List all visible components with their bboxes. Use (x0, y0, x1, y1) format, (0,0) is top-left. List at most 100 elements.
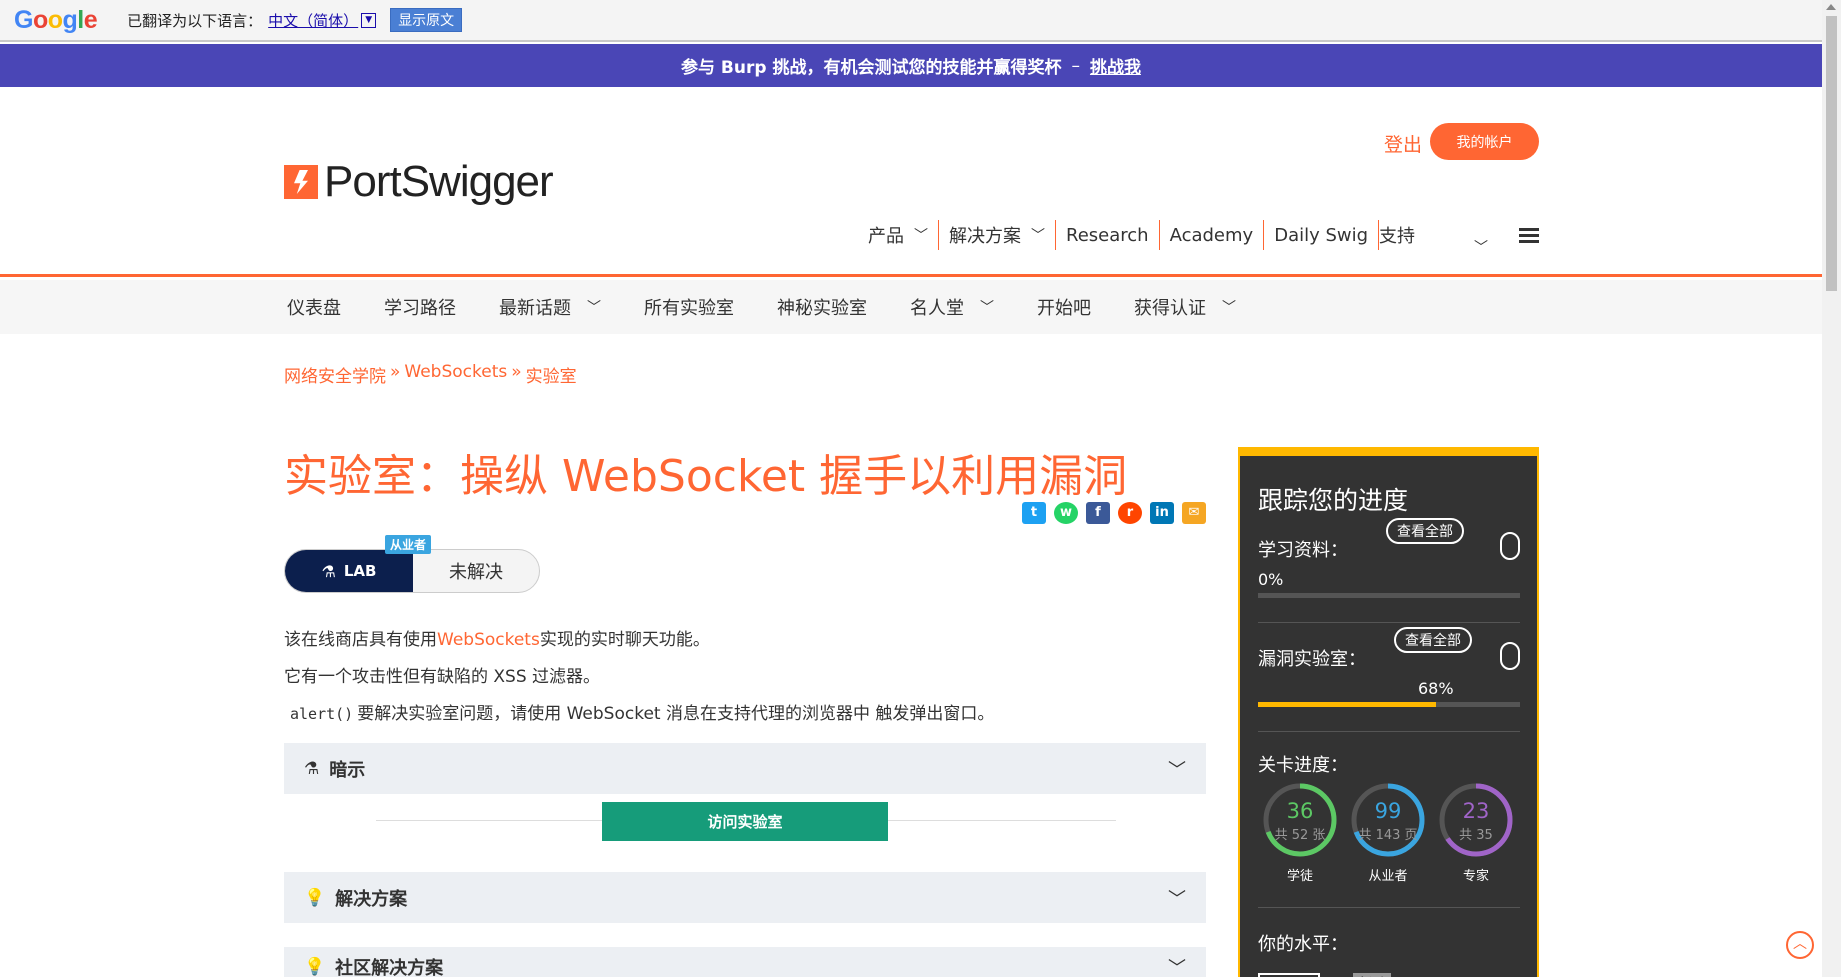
lightbulb-icon: 💡 (304, 887, 326, 908)
page-title: 实验室：操纵 WebSocket 握手以利用漏洞 (284, 451, 1128, 502)
subnav-item-all-labs[interactable]: 所有实验室 (644, 294, 734, 320)
subnav-item-get-started[interactable]: 开始吧 (1037, 294, 1091, 320)
level-badge-frame (1258, 973, 1320, 977)
chevron-down-icon: ﹀ (1031, 228, 1045, 244)
chevron-down-icon: ﹀ (1222, 300, 1236, 316)
ring-total: 共 35 (1459, 828, 1493, 843)
level-progress-label: 关卡进度： (1258, 755, 1348, 776)
ring-label: 从业者 (1368, 869, 1408, 884)
view-all-learning-button[interactable]: 查看全部 (1386, 518, 1464, 544)
difficulty-badge: 从业者 (385, 535, 432, 554)
labs-progress-fill (1258, 702, 1437, 707)
whatsapp-icon[interactable]: w (1054, 502, 1078, 524)
flask-icon: ⚗ (304, 758, 320, 779)
chevron-down-icon: ﹀ (914, 228, 928, 244)
nav-item-research[interactable]: Research (1056, 220, 1160, 250)
apprentice-ring: 36 共 52 张 (1262, 782, 1338, 858)
page-scrollbar[interactable] (1822, 0, 1841, 977)
learning-percent: 0% (1258, 570, 1284, 589)
labs-toggle[interactable] (1500, 642, 1520, 670)
websockets-link[interactable]: WebSockets (437, 630, 540, 650)
community-solutions-accordion[interactable]: 💡 社区解决方案 ﹀ (284, 947, 1206, 977)
back-to-top-icon[interactable]: ︿ (1786, 931, 1814, 959)
hint-accordion[interactable]: ⚗ 暗示 ﹀ (284, 743, 1206, 794)
divider (1258, 731, 1520, 732)
challenge-banner: 参与 Burp 挑战，有机会测试您的技能并赢得奖杯 – 挑战我 (0, 44, 1822, 87)
subnav-item-mystery-labs[interactable]: 神秘实验室 (777, 294, 867, 320)
practitioner-ring: 99 共 143 页 (1350, 782, 1426, 858)
nav-item-academy[interactable]: Academy (1160, 220, 1265, 250)
solution-accordion[interactable]: 💡 解决方案 ﹀ (284, 872, 1206, 923)
subnav-item-hall-of-fame[interactable]: 名人堂 ﹀ (910, 294, 994, 320)
ring-value: 36 (1286, 799, 1314, 823)
main-nav: 产品 ﹀ 解决方案 ﹀ Research Academy Daily Swig 支持 (858, 220, 1425, 250)
progress-title: 跟踪您的进度 (1258, 486, 1409, 515)
divider (1258, 622, 1520, 623)
scroll-up-arrow-icon[interactable] (1826, 4, 1836, 10)
logo-text: PortSwigger (324, 157, 554, 206)
desc-line-2: 它有一个攻击性但有缺陷的 XSS 过滤器。 (284, 667, 601, 687)
desc-line-1: 该在线商店具有使用WebSockets实现的实时聊天功能。 (284, 630, 710, 650)
share-icons: t w f r in ✉ (1022, 502, 1206, 524)
chevron-down-icon[interactable]: ▼ (361, 12, 377, 28)
breadcrumb-separator: » (511, 362, 522, 382)
ring-label: 专家 (1462, 869, 1489, 884)
show-original-button[interactable]: 显示原文 (390, 8, 463, 32)
your-level-badge: 新手 (1353, 973, 1392, 977)
nav-item-products[interactable]: 产品 ﹀ (858, 220, 939, 250)
learning-toggle[interactable] (1500, 532, 1520, 560)
subnav-item-latest-topics[interactable]: 最新话题 ﹀ (499, 294, 601, 320)
your-level-label: 你的水平： (1258, 934, 1348, 955)
email-icon[interactable]: ✉ (1182, 502, 1206, 524)
banner-dash: – (1071, 55, 1080, 76)
reddit-icon[interactable]: r (1118, 502, 1142, 524)
challenge-link[interactable]: 挑战我 (1090, 53, 1141, 78)
chevron-down-icon: ﹀ (1168, 888, 1186, 910)
breadcrumb-item[interactable]: 网络安全学院 (284, 362, 386, 387)
ring-total: 共 52 张 (1274, 828, 1326, 843)
google-logo[interactable]: Google (14, 6, 98, 35)
google-translate-bar: Google 已翻译为以下语言： 中文（简体） ▼ 显示原文 (0, 0, 1822, 42)
view-all-labs-button[interactable]: 查看全部 (1394, 627, 1472, 653)
lab-badge: ⚗ LAB (285, 550, 413, 592)
academy-subnav: 仪表盘 学习路径 最新话题 ﹀ 所有实验室 神秘实验室 名人堂 ﹀ 开始吧 获得认证… (0, 280, 1822, 334)
twitter-icon[interactable]: t (1022, 502, 1046, 524)
subnav-item-get-certified[interactable]: 获得认证 ﹀ (1134, 294, 1236, 320)
translate-language-link[interactable]: 中文（简体） (268, 10, 358, 31)
logout-link[interactable]: 登出 (1384, 130, 1422, 157)
chevron-down-icon: ﹀ (1168, 958, 1186, 977)
subnav-item-learning-paths[interactable]: 学习路径 (384, 294, 456, 320)
portswigger-logo[interactable]: PortSwigger (284, 157, 554, 207)
banner-text: 参与 Burp 挑战，有机会测试您的技能并赢得奖杯 (681, 58, 1062, 78)
chevron-down-icon[interactable]: ﹀ (1474, 237, 1488, 257)
labs-progress-bar (1258, 702, 1520, 707)
chevron-down-icon: ﹀ (1168, 759, 1186, 781)
ring-value: 99 (1374, 799, 1402, 823)
lab-description: 该在线商店具有使用WebSockets实现的实时聊天功能。 它有一个攻击性但有缺… (284, 622, 994, 733)
nav-item-daily-swig[interactable]: Daily Swig (1264, 220, 1380, 250)
breadcrumb-item[interactable]: 实验室 (526, 362, 577, 387)
ring-value: 23 (1462, 799, 1490, 823)
lab-status-text: 未解决 (449, 562, 503, 583)
desc-line-3: alert() 要解决实验室问题，请使用 WebSocket 消息在支持代理的浏览… (290, 704, 995, 724)
nav-item-support[interactable]: 支持 (1379, 220, 1425, 250)
access-lab-button[interactable]: 访问实验室 (602, 802, 888, 841)
subnav-item-dashboard[interactable]: 仪表盘 (287, 294, 341, 320)
linkedin-icon[interactable]: in (1150, 502, 1174, 524)
ring-label: 学徒 (1286, 869, 1313, 884)
learning-materials-label: 学习资料： (1258, 540, 1348, 561)
breadcrumb-item[interactable]: WebSockets (404, 362, 507, 387)
translated-to-label: 已翻译为以下语言： (127, 11, 263, 30)
labs-percent: 68% (1418, 679, 1454, 698)
scrollbar-thumb[interactable] (1826, 16, 1837, 291)
breadcrumb: 网络安全学院 » WebSockets » 实验室 (284, 362, 577, 387)
my-account-button[interactable]: 我的帐户 (1430, 123, 1539, 160)
hamburger-menu-icon[interactable] (1519, 228, 1539, 244)
alert-code: alert() (290, 705, 354, 723)
breadcrumb-separator: » (390, 362, 401, 382)
ring-total: 共 143 页 (1358, 828, 1418, 843)
facebook-icon[interactable]: f (1086, 502, 1110, 524)
nav-item-solutions[interactable]: 解决方案 ﹀ (939, 220, 1056, 250)
portswigger-logo-icon (284, 165, 318, 199)
chevron-down-icon: ﹀ (980, 300, 994, 316)
